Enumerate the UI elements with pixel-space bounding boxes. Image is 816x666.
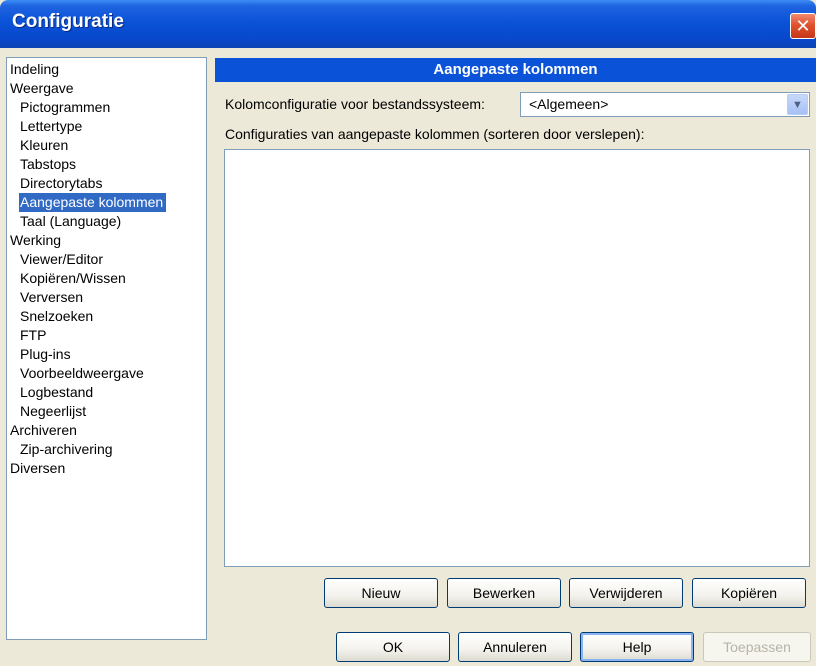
tree-item-label: FTP <box>20 327 47 343</box>
new-button[interactable]: Nieuw <box>324 578 438 608</box>
tree-item-label: Taal (Language) <box>20 213 122 229</box>
tree-item-kleuren[interactable]: Kleuren <box>7 136 206 155</box>
tree-item-label: Kopiëren/Wissen <box>20 270 126 286</box>
tree-item-label: Werking <box>10 232 62 248</box>
tree-item-indeling[interactable]: Indeling <box>7 60 206 79</box>
ok-button[interactable]: OK <box>336 632 450 662</box>
remove-button[interactable]: Verwijderen <box>569 578 683 608</box>
tree-item-taal-language[interactable]: Taal (Language) <box>7 212 206 231</box>
filesystem-dropdown[interactable]: <Algemeen> ▼ <box>520 92 810 117</box>
tree-item-label: Verversen <box>20 289 84 305</box>
tree-item-werking[interactable]: Werking <box>7 231 206 250</box>
filesystem-label: Kolomconfiguratie voor bestandssysteem: <box>225 96 485 112</box>
tree-item-label: Negeerlijst <box>20 403 87 419</box>
tree-item-label: Viewer/Editor <box>20 251 104 267</box>
tree-item-snelzoeken[interactable]: Snelzoeken <box>7 307 206 326</box>
window-title: Configuratie <box>12 11 124 32</box>
tree-item-label: Diversen <box>10 460 66 476</box>
tree-item-label: Logbestand <box>20 384 94 400</box>
tree-item-aangepaste-kolommen[interactable]: Aangepaste kolommen <box>7 193 206 212</box>
close-icon: ✕ <box>795 15 811 36</box>
chevron-down-icon[interactable]: ▼ <box>787 94 808 115</box>
tree-item-zip-archivering[interactable]: Zip-archivering <box>7 440 206 459</box>
filesystem-selected-value: <Algemeen> <box>529 96 609 112</box>
copy-button[interactable]: Kopiëren <box>692 578 806 608</box>
tree-item-label: Archiveren <box>10 422 77 438</box>
tree-item-archiveren[interactable]: Archiveren <box>7 421 206 440</box>
tree-item-viewer-editor[interactable]: Viewer/Editor <box>7 250 206 269</box>
tree-item-label: Aangepaste kolommen <box>19 193 167 212</box>
apply-button[interactable]: Toepassen <box>703 632 811 662</box>
help-button[interactable]: Help <box>580 632 694 662</box>
title-bar[interactable]: Configuratie ✕ <box>0 0 816 48</box>
tree-item-label: Weergave <box>10 80 74 96</box>
tree-item-diversen[interactable]: Diversen <box>7 459 206 478</box>
tree-item-plug-ins[interactable]: Plug-ins <box>7 345 206 364</box>
tree-item-label: Directorytabs <box>20 175 103 191</box>
tree-item-verversen[interactable]: Verversen <box>7 288 206 307</box>
tree-item-label: Snelzoeken <box>20 308 94 324</box>
tree-item-label: Tabstops <box>20 156 77 172</box>
tree-item-label: Kleuren <box>20 137 69 153</box>
tree-item-label: Zip-archivering <box>20 441 113 457</box>
cancel-button[interactable]: Annuleren <box>458 632 572 662</box>
tree-item-label: Lettertype <box>20 118 83 134</box>
panel-title: Aangepaste kolommen <box>215 58 816 82</box>
column-configs-list[interactable] <box>224 149 810 567</box>
tree-item-tabstops[interactable]: Tabstops <box>7 155 206 174</box>
tree-item-lettertype[interactable]: Lettertype <box>7 117 206 136</box>
configuration-dialog: Configuratie ✕ Indeling Weergave Pictogram… <box>0 0 816 666</box>
tree-item-label: Voorbeeldweergave <box>20 365 144 381</box>
tree-item-weergave[interactable]: Weergave <box>7 79 206 98</box>
close-button[interactable]: ✕ <box>790 13 816 39</box>
tree-item-label: Indeling <box>10 61 60 77</box>
tree-item-label: Plug-ins <box>20 346 71 362</box>
tree-item-kopi-ren-wissen[interactable]: Kopiëren/Wissen <box>7 269 206 288</box>
tree-item-directorytabs[interactable]: Directorytabs <box>7 174 206 193</box>
tree-item-pictogrammen[interactable]: Pictogrammen <box>7 98 206 117</box>
tree-item-logbestand[interactable]: Logbestand <box>7 383 206 402</box>
tree-item-label: Pictogrammen <box>20 99 111 115</box>
edit-button[interactable]: Bewerken <box>447 578 561 608</box>
column-configs-label: Configuraties van aangepaste kolommen (s… <box>225 126 645 142</box>
tree-item-negeerlijst[interactable]: Negeerlijst <box>7 402 206 421</box>
tree-item-ftp[interactable]: FTP <box>7 326 206 345</box>
tree-item-voorbeeldweergave[interactable]: Voorbeeldweergave <box>7 364 206 383</box>
settings-tree[interactable]: Indeling Weergave Pictogrammen Lettertype Kl… <box>6 57 207 640</box>
